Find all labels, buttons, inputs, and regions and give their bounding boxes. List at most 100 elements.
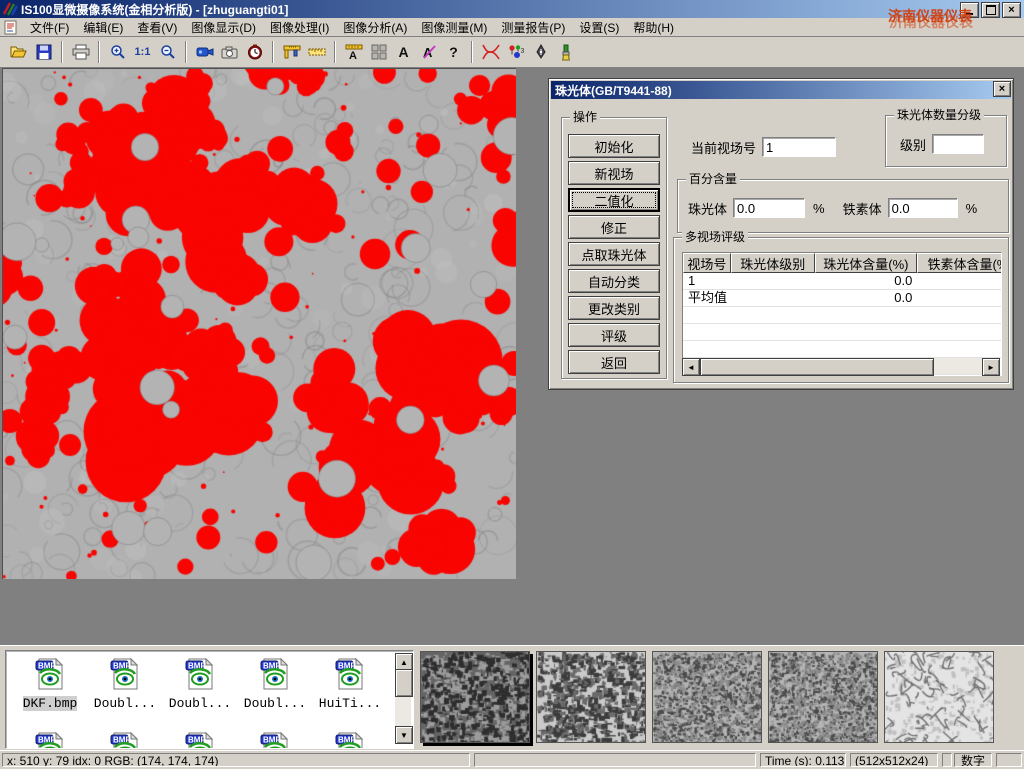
scroll-thumb[interactable] [700, 358, 934, 376]
open-icon[interactable] [6, 40, 31, 65]
brush-icon[interactable] [553, 40, 578, 65]
table-header-4[interactable]: 铁素体含量(%) [917, 253, 1002, 273]
file-browser[interactable]: BMPDKF.bmpBMPDoubl...BMPDoubl...BMPDoubl… [5, 650, 414, 749]
caliper-icon[interactable] [279, 40, 304, 65]
table-row[interactable] [683, 341, 1002, 358]
table-row[interactable] [683, 307, 1002, 324]
document-icon[interactable] [3, 20, 19, 35]
file-scroll-thumb[interactable] [395, 669, 413, 697]
grade-group-label: 珠光体数量分级 [894, 108, 984, 122]
dialog-close-icon[interactable]: × [993, 81, 1011, 97]
pearlite-input[interactable] [733, 198, 805, 218]
file-item-partial[interactable]: BMP [14, 731, 86, 749]
thumbnail-5[interactable] [884, 651, 994, 743]
op-button-6[interactable]: 自动分类 [568, 269, 660, 293]
timer-icon[interactable] [242, 40, 267, 65]
zoom-out-icon[interactable] [155, 40, 180, 65]
op-button-1[interactable]: 初始化 [568, 134, 660, 158]
op-button-5[interactable]: 点取珠光体 [568, 242, 660, 266]
time-status: Time (s): 0.113 [760, 753, 846, 767]
file-item-partial[interactable]: BMP [89, 731, 161, 749]
grade-input[interactable] [932, 134, 984, 154]
menu-bar: 文件(F)编辑(E)查看(V)图像显示(D)图像处理(I)图像分析(A)图像测量… [0, 18, 1024, 37]
menu-item-2[interactable]: 编辑(E) [76, 20, 130, 36]
pen-icon[interactable] [528, 40, 553, 65]
toolbar-separator [185, 41, 187, 63]
file-item-doubl[interactable]: BMPDoubl... [89, 657, 161, 711]
file-item-doubl[interactable]: BMPDoubl... [164, 657, 236, 711]
file-item-partial[interactable]: BMP [239, 731, 311, 749]
op-button-2[interactable]: 新视场 [568, 161, 660, 185]
zoom-in-icon[interactable] [105, 40, 130, 65]
save-icon[interactable] [31, 40, 56, 65]
op-button-9[interactable]: 返回 [568, 350, 660, 374]
op-button-8[interactable]: 评级 [568, 323, 660, 347]
print-icon[interactable] [68, 40, 93, 65]
file-item-partial[interactable]: BMP [164, 731, 236, 749]
window-title: IS100显微摄像系统(金相分析版) - [zhuguangti01] [21, 1, 288, 18]
actual-size-icon[interactable]: 1:1 [130, 40, 155, 65]
toolbar-separator [471, 41, 473, 63]
text-icon[interactable]: A [391, 40, 416, 65]
dialog-title-bar[interactable]: 珠光体(GB/T9441-88) [551, 81, 1011, 99]
menu-item-10[interactable]: 帮助(H) [626, 20, 681, 36]
ruler-icon[interactable] [304, 40, 329, 65]
table-header-2[interactable]: 珠光体级别 [731, 253, 815, 273]
classify-icon[interactable]: 3 [503, 40, 528, 65]
table-row[interactable]: 10.0 [683, 273, 1002, 290]
thumbnail-2[interactable] [536, 651, 646, 743]
scroll-left-icon[interactable]: ◄ [682, 358, 700, 376]
menu-item-6[interactable]: 图像分析(A) [336, 20, 414, 36]
menu-item-4[interactable]: 图像显示(D) [184, 20, 263, 36]
file-name: Doubl... [94, 696, 156, 711]
menu-item-8[interactable]: 测量报告(P) [494, 20, 572, 36]
thumbnail-1[interactable] [420, 651, 530, 743]
toolbar-separator [272, 41, 274, 63]
annotate-icon[interactable]: A [416, 40, 441, 65]
vendor-watermark: 济南仪器仪表 [888, 6, 972, 26]
file-name: HuiTi... [319, 696, 381, 711]
file-name: Doubl... [244, 696, 306, 711]
scroll-right-icon[interactable]: ► [982, 358, 1000, 376]
table-h-scrollbar[interactable]: ◄ ► [682, 358, 1000, 374]
grade-label: 级别 [900, 135, 926, 154]
op-button-7[interactable]: 更改类别 [568, 296, 660, 320]
video-camera-icon[interactable] [192, 40, 217, 65]
menu-item-7[interactable]: 图像测量(M) [414, 20, 494, 36]
table-header-1[interactable]: 视场号 [683, 253, 731, 273]
close-button[interactable]: × [1002, 2, 1021, 18]
bottom-panel: BMPDKF.bmpBMPDoubl...BMPDoubl...BMPDoubl… [0, 645, 1024, 751]
file-v-scrollbar[interactable]: ▲ ▼ [395, 653, 411, 744]
table-row[interactable]: 平均值0.0 [683, 290, 1002, 307]
measure-text-icon[interactable]: A [341, 40, 366, 65]
table-cell [683, 341, 731, 357]
curve-tool-icon[interactable] [478, 40, 503, 65]
maximize-button[interactable] [981, 2, 1000, 18]
menu-item-9[interactable]: 设置(S) [572, 20, 626, 36]
file-item-partial[interactable]: BMP [314, 731, 386, 749]
table-row[interactable] [683, 324, 1002, 341]
image-dimensions-status: (512x512x24) [850, 753, 938, 767]
file-item-huiti[interactable]: BMPHuiTi... [314, 657, 386, 711]
toolbar-separator [334, 41, 336, 63]
file-item-doubl[interactable]: BMPDoubl... [239, 657, 311, 711]
empty-status-panel-2 [942, 753, 952, 767]
ferrite-input[interactable] [888, 198, 958, 218]
thumbnail-4[interactable] [768, 651, 878, 743]
table-header-3[interactable]: 珠光体含量(%) [815, 253, 917, 273]
table-cell [815, 341, 917, 357]
scroll-down-icon[interactable]: ▼ [395, 726, 413, 744]
menu-item-1[interactable]: 文件(F) [23, 20, 76, 36]
file-item-dkfbmp[interactable]: BMPDKF.bmp [14, 657, 86, 711]
menu-item-5[interactable]: 图像处理(I) [263, 20, 336, 36]
op-button-3[interactable]: 二值化 [568, 188, 660, 212]
photo-camera-icon[interactable] [217, 40, 242, 65]
current-field-input[interactable] [762, 137, 836, 157]
op-button-4[interactable]: 修正 [568, 215, 660, 239]
micrograph-image[interactable] [2, 68, 516, 579]
grid-icon[interactable] [366, 40, 391, 65]
menu-item-3[interactable]: 查看(V) [130, 20, 184, 36]
thumbnail-3[interactable] [652, 651, 762, 743]
help-icon[interactable]: ? [441, 40, 466, 65]
table-cell [917, 341, 1002, 357]
